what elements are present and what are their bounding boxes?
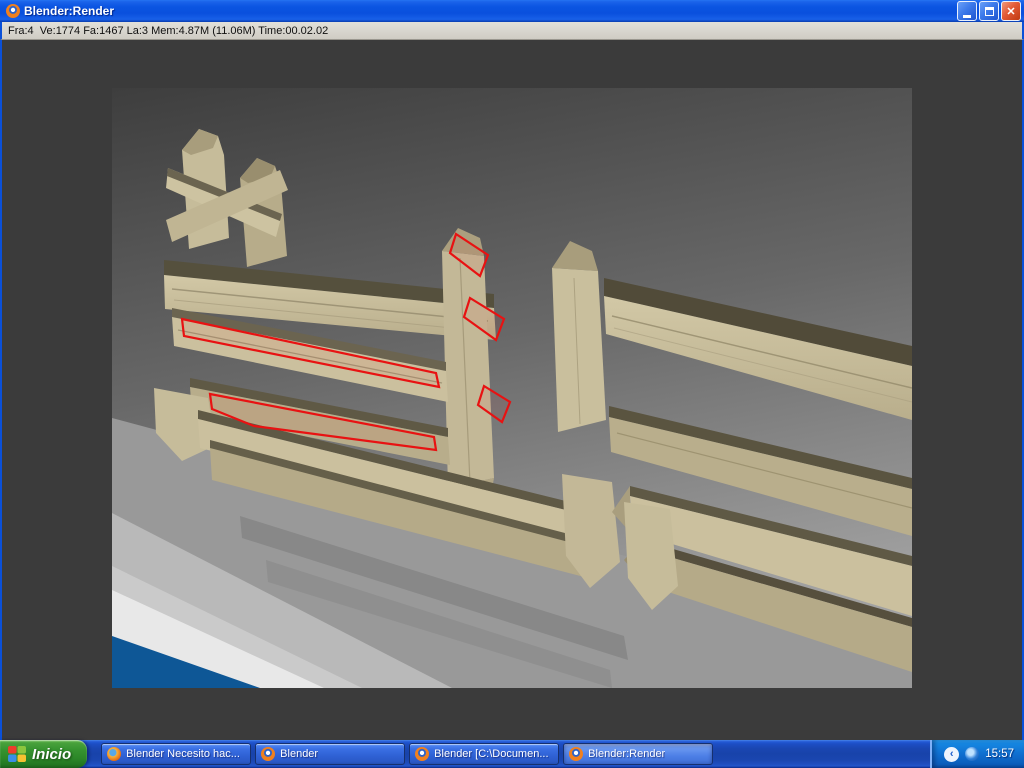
window-title: Blender:Render (24, 4, 115, 18)
windows-logo-icon (8, 745, 26, 762)
taskbar-buttons: Blender Necesito hac... Blender Blender … (101, 743, 714, 765)
window-controls: ✕ (955, 1, 1021, 21)
desktop: Blender:Render ✕ Fra:4 Ve:1774 Fa:1467 L… (0, 0, 1024, 768)
taskbar-button-label: Blender Necesito hac... (126, 748, 240, 760)
render-stats-bar: Fra:4 Ve:1774 Fa:1467 La:3 Mem:4.87M (11… (0, 22, 1024, 40)
blender-icon (415, 747, 430, 761)
minimize-button[interactable] (957, 1, 977, 21)
tray-status-icon[interactable] (965, 747, 980, 761)
render-viewport (0, 40, 1024, 740)
start-button[interactable]: Inicio (0, 740, 88, 768)
rendered-fence-image (112, 88, 912, 688)
render-stats-text: Fra:4 Ve:1774 Fa:1467 La:3 Mem:4.87M (11… (8, 24, 329, 37)
close-button[interactable]: ✕ (1001, 1, 1021, 21)
taskbar-clock[interactable]: 15:57 (985, 748, 1014, 760)
window-titlebar[interactable]: Blender:Render ✕ (0, 0, 1024, 22)
system-tray: ‹ 15:57 (930, 740, 1024, 768)
taskbar-button-blender[interactable]: Blender (255, 743, 406, 765)
taskbar-button-blender-forum[interactable]: Blender Necesito hac... (101, 743, 252, 765)
blender-icon (261, 747, 276, 761)
taskbar-button-blender-render[interactable]: Blender:Render (563, 743, 714, 765)
taskbar-button-blender-document[interactable]: Blender [C:\Documen... (409, 743, 560, 765)
hide-icons-chevron-icon[interactable]: ‹ (944, 746, 960, 762)
minimize-icon (963, 14, 971, 18)
start-button-label: Inicio (32, 745, 72, 763)
taskbar-button-label: Blender (280, 748, 319, 760)
taskbar: Inicio Blender Necesito hac... Blender B… (0, 740, 1024, 768)
taskbar-button-label: Blender [C:\Documen... (434, 748, 549, 760)
taskbar-button-label: Blender:Render (588, 748, 666, 760)
blender-app-icon (6, 4, 20, 18)
maximize-button[interactable] (979, 1, 999, 21)
close-icon: ✕ (1006, 5, 1016, 18)
maximize-icon (984, 6, 994, 16)
blender-icon (569, 747, 584, 761)
firefox-icon (107, 747, 122, 761)
